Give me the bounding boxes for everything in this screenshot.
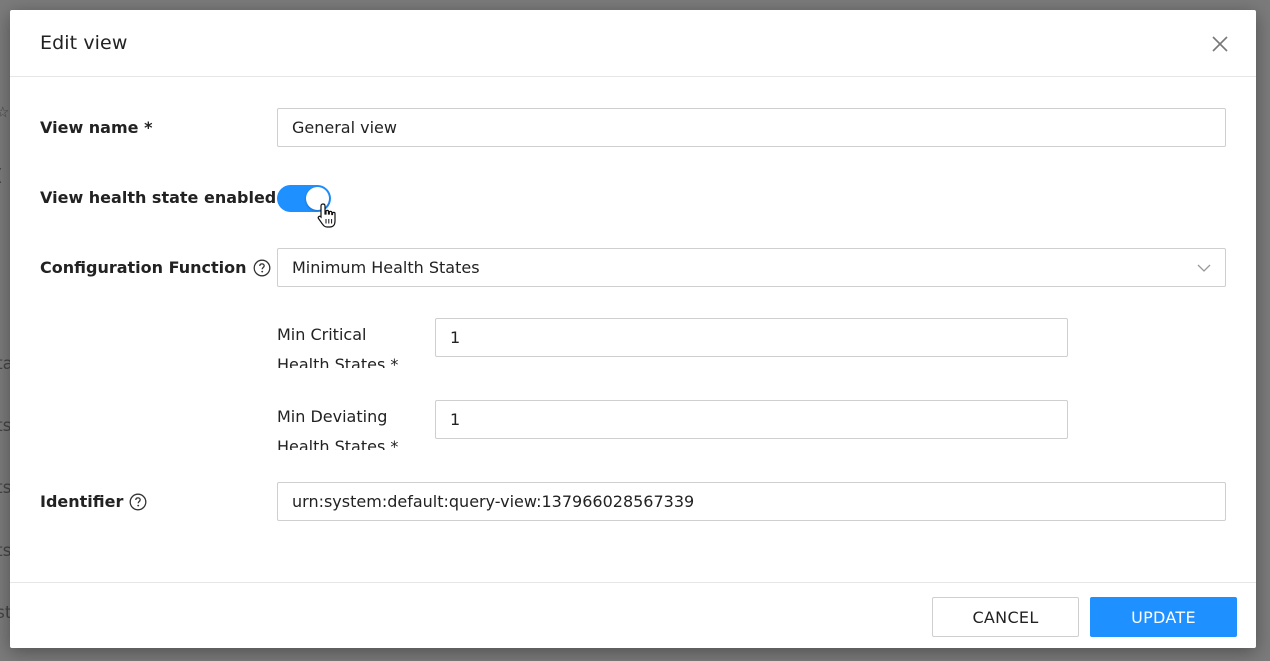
- view-name-label-text: View name *: [40, 118, 153, 137]
- identifier-label: Identifier: [40, 492, 147, 511]
- background-fragment: (: [0, 166, 3, 186]
- min-deviating-input[interactable]: [450, 410, 1053, 429]
- health-state-toggle[interactable]: [277, 185, 331, 212]
- configuration-function-label-text: Configuration Function: [40, 258, 247, 277]
- dialog-header: Edit view: [10, 10, 1256, 77]
- view-name-input[interactable]: [292, 118, 1211, 137]
- min-critical-label-line2: Health States *: [277, 355, 399, 368]
- background-star-icon: ☆: [0, 103, 10, 121]
- toggle-knob: [306, 187, 329, 210]
- identifier-label-text: Identifier: [40, 492, 124, 511]
- identifier-field[interactable]: [277, 482, 1226, 521]
- min-deviating-field[interactable]: [435, 400, 1068, 439]
- min-deviating-label-line2: Health States *: [277, 437, 399, 450]
- configuration-function-label: Configuration Function: [40, 258, 271, 277]
- view-name-label: View name *: [40, 118, 152, 137]
- min-deviating-label: Min Deviating Health States *: [277, 402, 427, 450]
- chevron-down-icon: [1197, 264, 1211, 272]
- close-icon[interactable]: [1210, 34, 1230, 54]
- edit-view-dialog: Edit view View name * View health state …: [10, 10, 1256, 648]
- view-name-field[interactable]: [277, 108, 1226, 147]
- min-critical-label-line1: Min Critical: [277, 325, 367, 344]
- min-critical-input[interactable]: [450, 328, 1053, 347]
- dialog-footer: CANCEL UPDATE: [10, 582, 1256, 648]
- help-circle-icon[interactable]: [129, 493, 147, 511]
- update-button[interactable]: UPDATE: [1090, 597, 1237, 637]
- identifier-input[interactable]: [292, 492, 1211, 511]
- help-circle-icon[interactable]: [253, 259, 271, 277]
- min-critical-field[interactable]: [435, 318, 1068, 357]
- health-state-label-text: View health state enabled: [40, 188, 277, 207]
- min-deviating-label-line1: Min Deviating: [277, 407, 388, 426]
- configuration-function-value: Minimum Health States: [292, 258, 480, 277]
- cancel-button[interactable]: CANCEL: [932, 597, 1079, 637]
- min-critical-label: Min Critical Health States *: [277, 320, 427, 368]
- dialog-title: Edit view: [40, 32, 128, 54]
- configuration-function-select[interactable]: Minimum Health States: [277, 248, 1226, 287]
- health-state-label: View health state enabled: [40, 188, 276, 207]
